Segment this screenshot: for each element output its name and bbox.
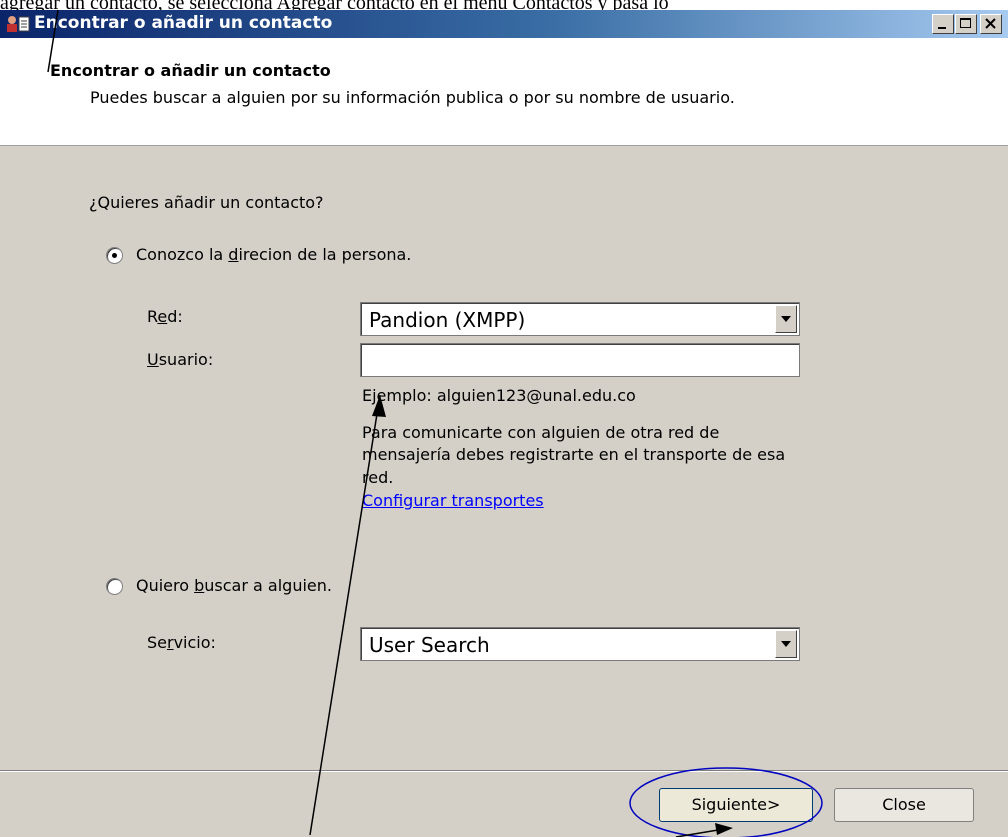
dialog-window: Encontrar o añadir un contacto Encontrar…	[0, 10, 1008, 837]
maximize-button[interactable]	[955, 14, 977, 34]
network-select-value: Pandion (XMPP)	[369, 308, 526, 332]
header-description: Puedes buscar a alguien por su informaci…	[90, 88, 735, 107]
username-label: Usuario:	[147, 350, 214, 369]
minimize-button[interactable]	[932, 14, 954, 34]
configure-transports-link[interactable]: Configurar transportes	[362, 491, 544, 510]
chevron-down-icon[interactable]	[775, 305, 797, 333]
info-line-2: mensajería debes registrarte en el trans…	[362, 445, 786, 464]
question-label: ¿Quieres añadir un contacto?	[89, 193, 324, 212]
close-icon	[985, 18, 996, 29]
dialog-header: Encontrar o añadir un contacto Puedes bu…	[0, 38, 1008, 146]
footer-divider	[0, 770, 1008, 772]
header-title: Encontrar o añadir un contacto	[50, 61, 331, 80]
radio-selected-dot	[112, 253, 117, 258]
radio-known-address-label[interactable]: Conozco la direcion de la persona.	[136, 245, 411, 264]
username-input[interactable]	[360, 343, 800, 377]
contacts-app-icon	[7, 16, 30, 32]
radio-search-someone[interactable]	[106, 578, 123, 595]
info-line-3: red.	[362, 468, 394, 487]
chevron-down-icon[interactable]	[775, 630, 797, 658]
next-button[interactable]: Siguiente>	[659, 788, 813, 822]
title-bar[interactable]: Encontrar o añadir un contacto	[0, 10, 1008, 38]
minimize-icon	[938, 27, 946, 29]
service-label: Servicio:	[147, 633, 216, 652]
close-window-button[interactable]	[980, 14, 1002, 34]
example-hint: Ejemplo: alguien123@unal.edu.co	[362, 386, 636, 405]
network-label: Red:	[147, 307, 183, 326]
radio-search-someone-label[interactable]: Quiero buscar a alguien.	[136, 576, 332, 595]
maximize-icon	[960, 18, 971, 28]
window-title: Encontrar o añadir un contacto	[34, 13, 333, 33]
radio-known-address[interactable]	[106, 247, 123, 264]
service-select-value: User Search	[369, 633, 490, 657]
network-select[interactable]: Pandion (XMPP)	[360, 302, 800, 336]
info-line-1: Para comunicarte con alguien de otra red…	[362, 423, 720, 442]
service-select[interactable]: User Search	[360, 627, 800, 661]
close-button[interactable]: Close	[834, 788, 974, 822]
